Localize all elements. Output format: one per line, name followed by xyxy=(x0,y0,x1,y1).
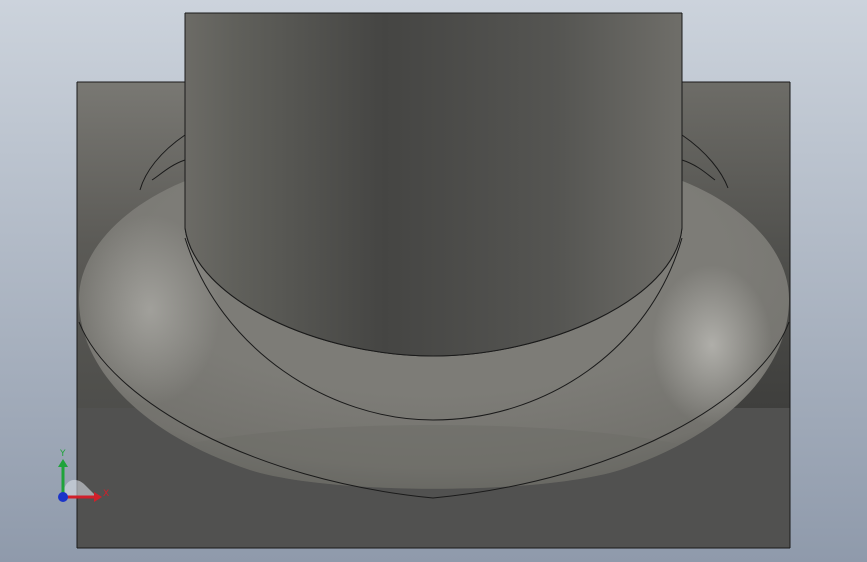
branch-pipe xyxy=(184,12,683,357)
y-axis-label: Y xyxy=(59,449,66,459)
z-axis-origin xyxy=(58,492,68,502)
x-axis-label: X xyxy=(103,489,109,499)
cad-viewport[interactable]: Y X xyxy=(0,0,867,562)
model-view[interactable]: Y X xyxy=(0,0,867,562)
